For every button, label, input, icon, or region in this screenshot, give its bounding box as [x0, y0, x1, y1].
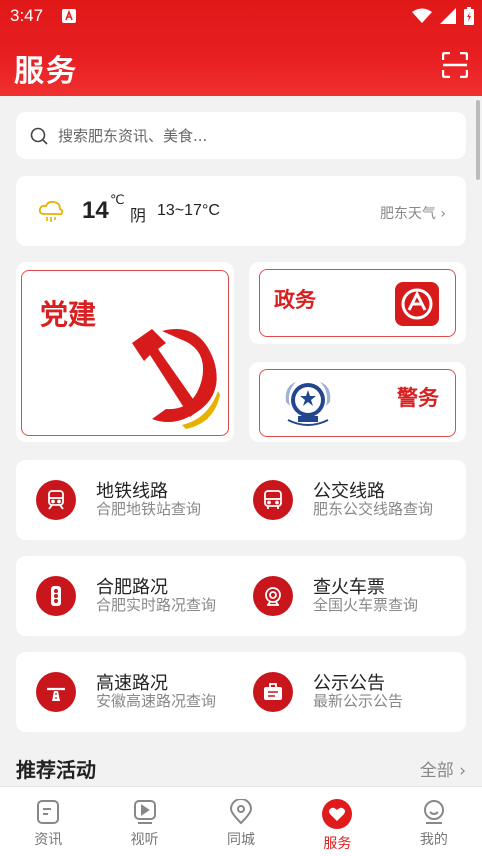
bus-icon — [253, 480, 293, 520]
tab-label: 我的 — [419, 832, 448, 848]
service-row-2: 合肥路况 合肥实时路况查询 查火车票 全国火车票查询 — [16, 556, 466, 636]
party-building-label: 党建 — [40, 298, 97, 331]
tab-label: 同城 — [227, 832, 256, 848]
weather-card[interactable]: 14 ℃ 阴 13~17°C 肥东天气 › — [16, 176, 466, 246]
rail-ticket-icon — [253, 576, 293, 616]
service-subtitle: 最新公示公告 — [313, 692, 404, 710]
service-subtitle: 合肥地铁站查询 — [96, 500, 202, 518]
tab-profile[interactable]: 我的 — [386, 787, 482, 856]
cloudy-weather-icon — [38, 198, 64, 228]
tab-label: 服务 — [323, 836, 352, 852]
search-placeholder: 搜索肥东资讯、美食... — [58, 127, 208, 145]
status-bar: 3:47 — [0, 0, 482, 34]
weather-link[interactable]: 肥东天气 › — [380, 203, 446, 223]
tab-services[interactable]: 服务 — [289, 787, 385, 856]
system-icons — [412, 6, 474, 26]
page-title: 服务 — [14, 54, 78, 89]
scrollbar[interactable] — [476, 100, 480, 180]
police-affairs-label: 警务 — [397, 386, 439, 410]
video-icon — [133, 800, 156, 824]
highway-traffic-service[interactable]: 高速路况 安徽高速路况查询 — [16, 652, 241, 732]
party-building-card[interactable]: 党建 — [16, 262, 234, 442]
tab-local[interactable]: 同城 — [193, 787, 289, 856]
hefei-traffic-service[interactable]: 合肥路况 合肥实时路况查询 — [16, 556, 241, 636]
news-icon — [37, 800, 60, 824]
highway-icon — [36, 672, 76, 712]
profile-icon — [423, 800, 444, 824]
service-subtitle: 合肥实时路况查询 — [96, 596, 217, 614]
police-affairs-frame: 警务 — [259, 369, 456, 437]
tab-label: 视听 — [130, 832, 159, 848]
police-affairs-card[interactable]: 警务 — [249, 362, 466, 442]
app-header: 3:47 服务 — [0, 0, 482, 96]
location-icon — [230, 799, 253, 825]
view-all-link[interactable]: 全部 › — [420, 756, 466, 781]
service-subtitle: 肥东公交线路查询 — [313, 500, 434, 518]
service-subtitle: 安徽高速路况查询 — [96, 692, 217, 710]
service-row-1: 地铁线路 合肥地铁站查询 公交线路 肥东公交线路查询 — [16, 460, 466, 540]
government-logo-icon — [395, 282, 439, 326]
weather-temperature: 14 — [82, 197, 109, 224]
police-emblem-icon — [285, 382, 331, 426]
service-row-3: 高速路况 安徽高速路况查询 公示公告 最新公示公告 — [16, 652, 466, 732]
signal-icon — [440, 8, 456, 24]
traffic-light-icon — [36, 576, 76, 616]
public-notice-service[interactable]: 公示公告 最新公示公告 — [233, 652, 458, 732]
search-bar[interactable]: 搜索肥东资讯、美食... — [16, 112, 466, 159]
heart-icon — [322, 799, 353, 829]
tab-news[interactable]: 资讯 — [0, 787, 96, 856]
government-affairs-card[interactable]: 政务 — [249, 262, 466, 344]
hammer-sickle-icon — [132, 329, 220, 429]
tab-label: 资讯 — [34, 832, 63, 848]
notice-icon — [253, 672, 293, 712]
metro-service[interactable]: 地铁线路 合肥地铁站查询 — [16, 460, 241, 540]
government-affairs-frame: 政务 — [259, 269, 456, 337]
recommended-section-title: 推荐活动 — [16, 758, 96, 782]
train-icon — [36, 480, 76, 520]
weather-range: 13~17°C — [157, 202, 220, 219]
bottom-tab-bar: 资讯 视听 同城 服务 我的 — [0, 786, 482, 856]
scan-button[interactable] — [441, 51, 469, 79]
scan-icon — [441, 51, 469, 79]
weather-condition: 阴 — [130, 206, 147, 225]
notification-icon — [62, 9, 76, 23]
battery-icon — [464, 7, 474, 25]
bus-service[interactable]: 公交线路 肥东公交线路查询 — [233, 460, 458, 540]
government-affairs-label: 政务 — [274, 288, 316, 312]
status-time: 3:47 — [10, 6, 44, 25]
service-subtitle: 全国火车票查询 — [313, 596, 419, 614]
weather-unit: ℃ — [110, 193, 125, 208]
search-icon — [30, 127, 48, 145]
train-ticket-service[interactable]: 查火车票 全国火车票查询 — [233, 556, 458, 636]
tab-video[interactable]: 视听 — [96, 787, 192, 856]
party-building-frame: 党建 — [21, 270, 229, 436]
wifi-icon — [412, 8, 432, 23]
